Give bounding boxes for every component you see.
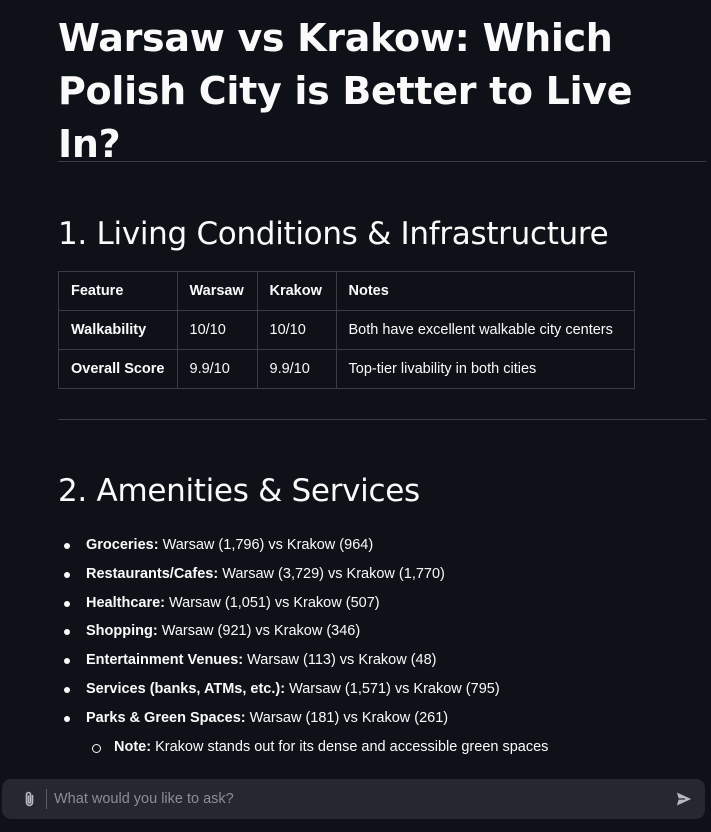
column-header: Warsaw — [176, 271, 258, 311]
table-row: Overall Score 9.9/10 9.9/10 Top-tier liv… — [58, 349, 635, 389]
list-item: Entertainment Venues: Warsaw (113) vs Kr… — [64, 646, 686, 675]
section-heading-living-conditions: 1. Living Conditions & Infrastructure — [58, 216, 609, 252]
list-item: Groceries: Warsaw (1,796) vs Krakow (964… — [64, 531, 686, 560]
divider — [58, 419, 706, 420]
list-item: Shopping: Warsaw (921) vs Krakow (346) — [64, 617, 686, 646]
item-label: Healthcare: — [86, 594, 165, 611]
table-header-row: Feature Warsaw Krakow Notes — [58, 271, 635, 311]
item-text: Warsaw (1,796) vs Krakow (964) — [158, 537, 374, 553]
page-title: Warsaw vs Krakow: Which Polish City is B… — [58, 16, 633, 166]
list-item: Services (banks, ATMs, etc.): Warsaw (1,… — [64, 675, 686, 704]
table-cell: 10/10 — [256, 310, 337, 350]
chat-input[interactable] — [54, 785, 654, 813]
item-text: Warsaw (921) vs Krakow (346) — [157, 623, 361, 640]
item-text: Warsaw (113) vs Krakow (48) — [243, 652, 437, 669]
table-cell: Top-tier livability in both cities — [335, 349, 635, 389]
note-label: Note: — [114, 738, 152, 755]
item-label: Shopping: — [86, 623, 158, 640]
living-conditions-table: Feature Warsaw Krakow Notes Walkability … — [58, 271, 635, 389]
item-text: Warsaw (181) vs Krakow (261) — [245, 709, 449, 726]
chat-input-bar — [2, 779, 705, 819]
item-text: Warsaw (1,571) vs Krakow (795) — [285, 680, 500, 697]
item-text: Warsaw (3,729) vs Krakow (1,770) — [218, 565, 445, 582]
column-header: Notes — [335, 271, 635, 311]
list-item: Restaurants/Cafes: Warsaw (3,729) vs Kra… — [64, 560, 686, 589]
note-text: Krakow stands out for its dense and acce… — [151, 738, 549, 755]
column-header: Krakow — [256, 271, 337, 311]
table-cell: Overall Score — [58, 349, 178, 389]
item-text: Warsaw (1,051) vs Krakow (507) — [164, 594, 380, 611]
item-label: Groceries: — [86, 537, 159, 553]
item-label: Entertainment Venues: — [86, 652, 244, 669]
column-header: Feature — [58, 271, 178, 311]
list-item: Healthcare: Warsaw (1,051) vs Krakow (50… — [64, 589, 686, 618]
input-separator — [46, 789, 47, 809]
table-cell: 9.9/10 — [176, 349, 258, 389]
divider — [58, 161, 706, 162]
table-cell: 9.9/10 — [256, 349, 337, 389]
list-item: Parks & Green Spaces: Warsaw (181) vs Kr… — [64, 704, 686, 755]
table-cell: Both have excellent walkable city center… — [335, 310, 635, 350]
item-label: Parks & Green Spaces: — [86, 709, 246, 726]
amenities-list: Groceries: Warsaw (1,796) vs Krakow (964… — [64, 531, 686, 755]
table-cell: Walkability — [58, 310, 178, 350]
table-cell: 10/10 — [176, 310, 258, 350]
sub-list: Note: Krakow stands out for its dense an… — [91, 733, 549, 762]
sub-list-item: Note: Krakow stands out for its dense an… — [91, 733, 549, 762]
table-row: Walkability 10/10 10/10 Both have excell… — [58, 310, 635, 350]
send-icon[interactable] — [674, 789, 694, 809]
section-heading-amenities: 2. Amenities & Services — [58, 473, 420, 509]
item-label: Restaurants/Cafes: — [86, 565, 219, 582]
paperclip-icon[interactable] — [20, 789, 40, 809]
item-label: Services (banks, ATMs, etc.): — [86, 680, 286, 697]
